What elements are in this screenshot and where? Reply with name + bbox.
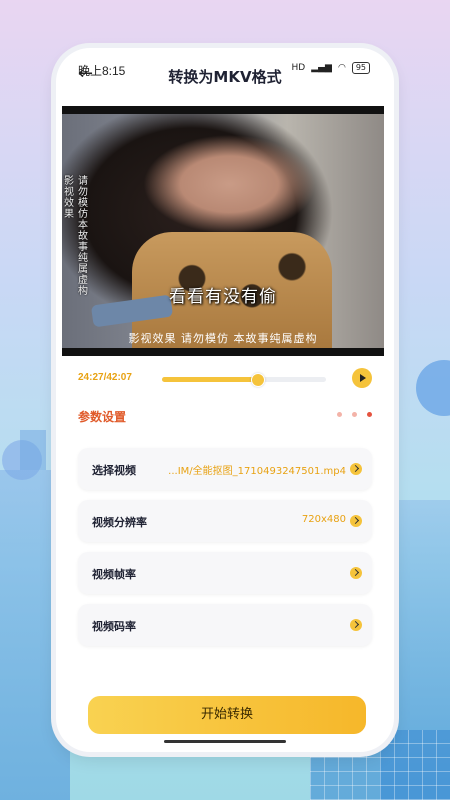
chevron-right-icon [350, 463, 362, 475]
video-bottom-caption: 影视效果 请勿模仿 本故事纯属虚构 [128, 332, 318, 345]
progress-fill [162, 377, 258, 382]
playback-time: 24:27/42:07 [78, 372, 132, 383]
row-label: 选择视频 [92, 464, 136, 477]
video-subtitle: 看看有没有偷 [169, 287, 277, 307]
select-video-row[interactable]: 选择视频 ...IM/全能抠图_1710493247501.mp4 [78, 448, 372, 490]
dot-indicator [367, 412, 372, 417]
chevron-right-icon [350, 515, 362, 527]
vertical-caption-1: 影视效果 [64, 176, 74, 220]
dot-indicator [337, 412, 342, 417]
phone-screen: 晚上8:15 HD ▂▄▆ ◠ 95 ← 转换为MKV格式 影视效果 请勿模仿本… [56, 48, 394, 752]
background-circle [416, 360, 450, 416]
frame-rate-row[interactable]: 视频帧率 [78, 552, 372, 594]
section-title: 参数设置 [78, 410, 127, 424]
page-title: 转换为MKV格式 [168, 68, 282, 86]
resolution-row[interactable]: 视频分辨率 720x480 [78, 500, 372, 542]
home-indicator [164, 740, 286, 743]
vertical-caption-2: 请勿模仿本故事纯属虚构 [78, 176, 88, 297]
section-dots [337, 412, 372, 417]
video-preview[interactable]: 影视效果 请勿模仿本故事纯属虚构 看看有没有偷 影视效果 请勿模仿 本故事纯属虚… [62, 106, 384, 356]
chevron-right-icon [350, 567, 362, 579]
row-value: ...IM/全能抠图_1710493247501.mp4 [168, 466, 346, 477]
play-button[interactable] [352, 368, 372, 388]
bitrate-row[interactable]: 视频码率 [78, 604, 372, 646]
row-value: 720x480 [301, 514, 346, 525]
start-convert-button[interactable]: 开始转换 [88, 696, 366, 734]
dot-indicator [352, 412, 357, 417]
progress-knob[interactable] [251, 373, 266, 387]
row-label: 视频帧率 [92, 568, 136, 581]
row-label: 视频码率 [92, 620, 136, 633]
row-label: 视频分辨率 [92, 516, 147, 529]
chevron-right-icon [350, 619, 362, 631]
progress-track[interactable] [162, 373, 326, 387]
video-frame: 影视效果 请勿模仿本故事纯属虚构 看看有没有偷 影视效果 请勿模仿 本故事纯属虚… [62, 114, 384, 348]
playback-bar: 24:27/42:07 [78, 368, 372, 388]
header: ← 转换为MKV格式 [56, 62, 394, 90]
